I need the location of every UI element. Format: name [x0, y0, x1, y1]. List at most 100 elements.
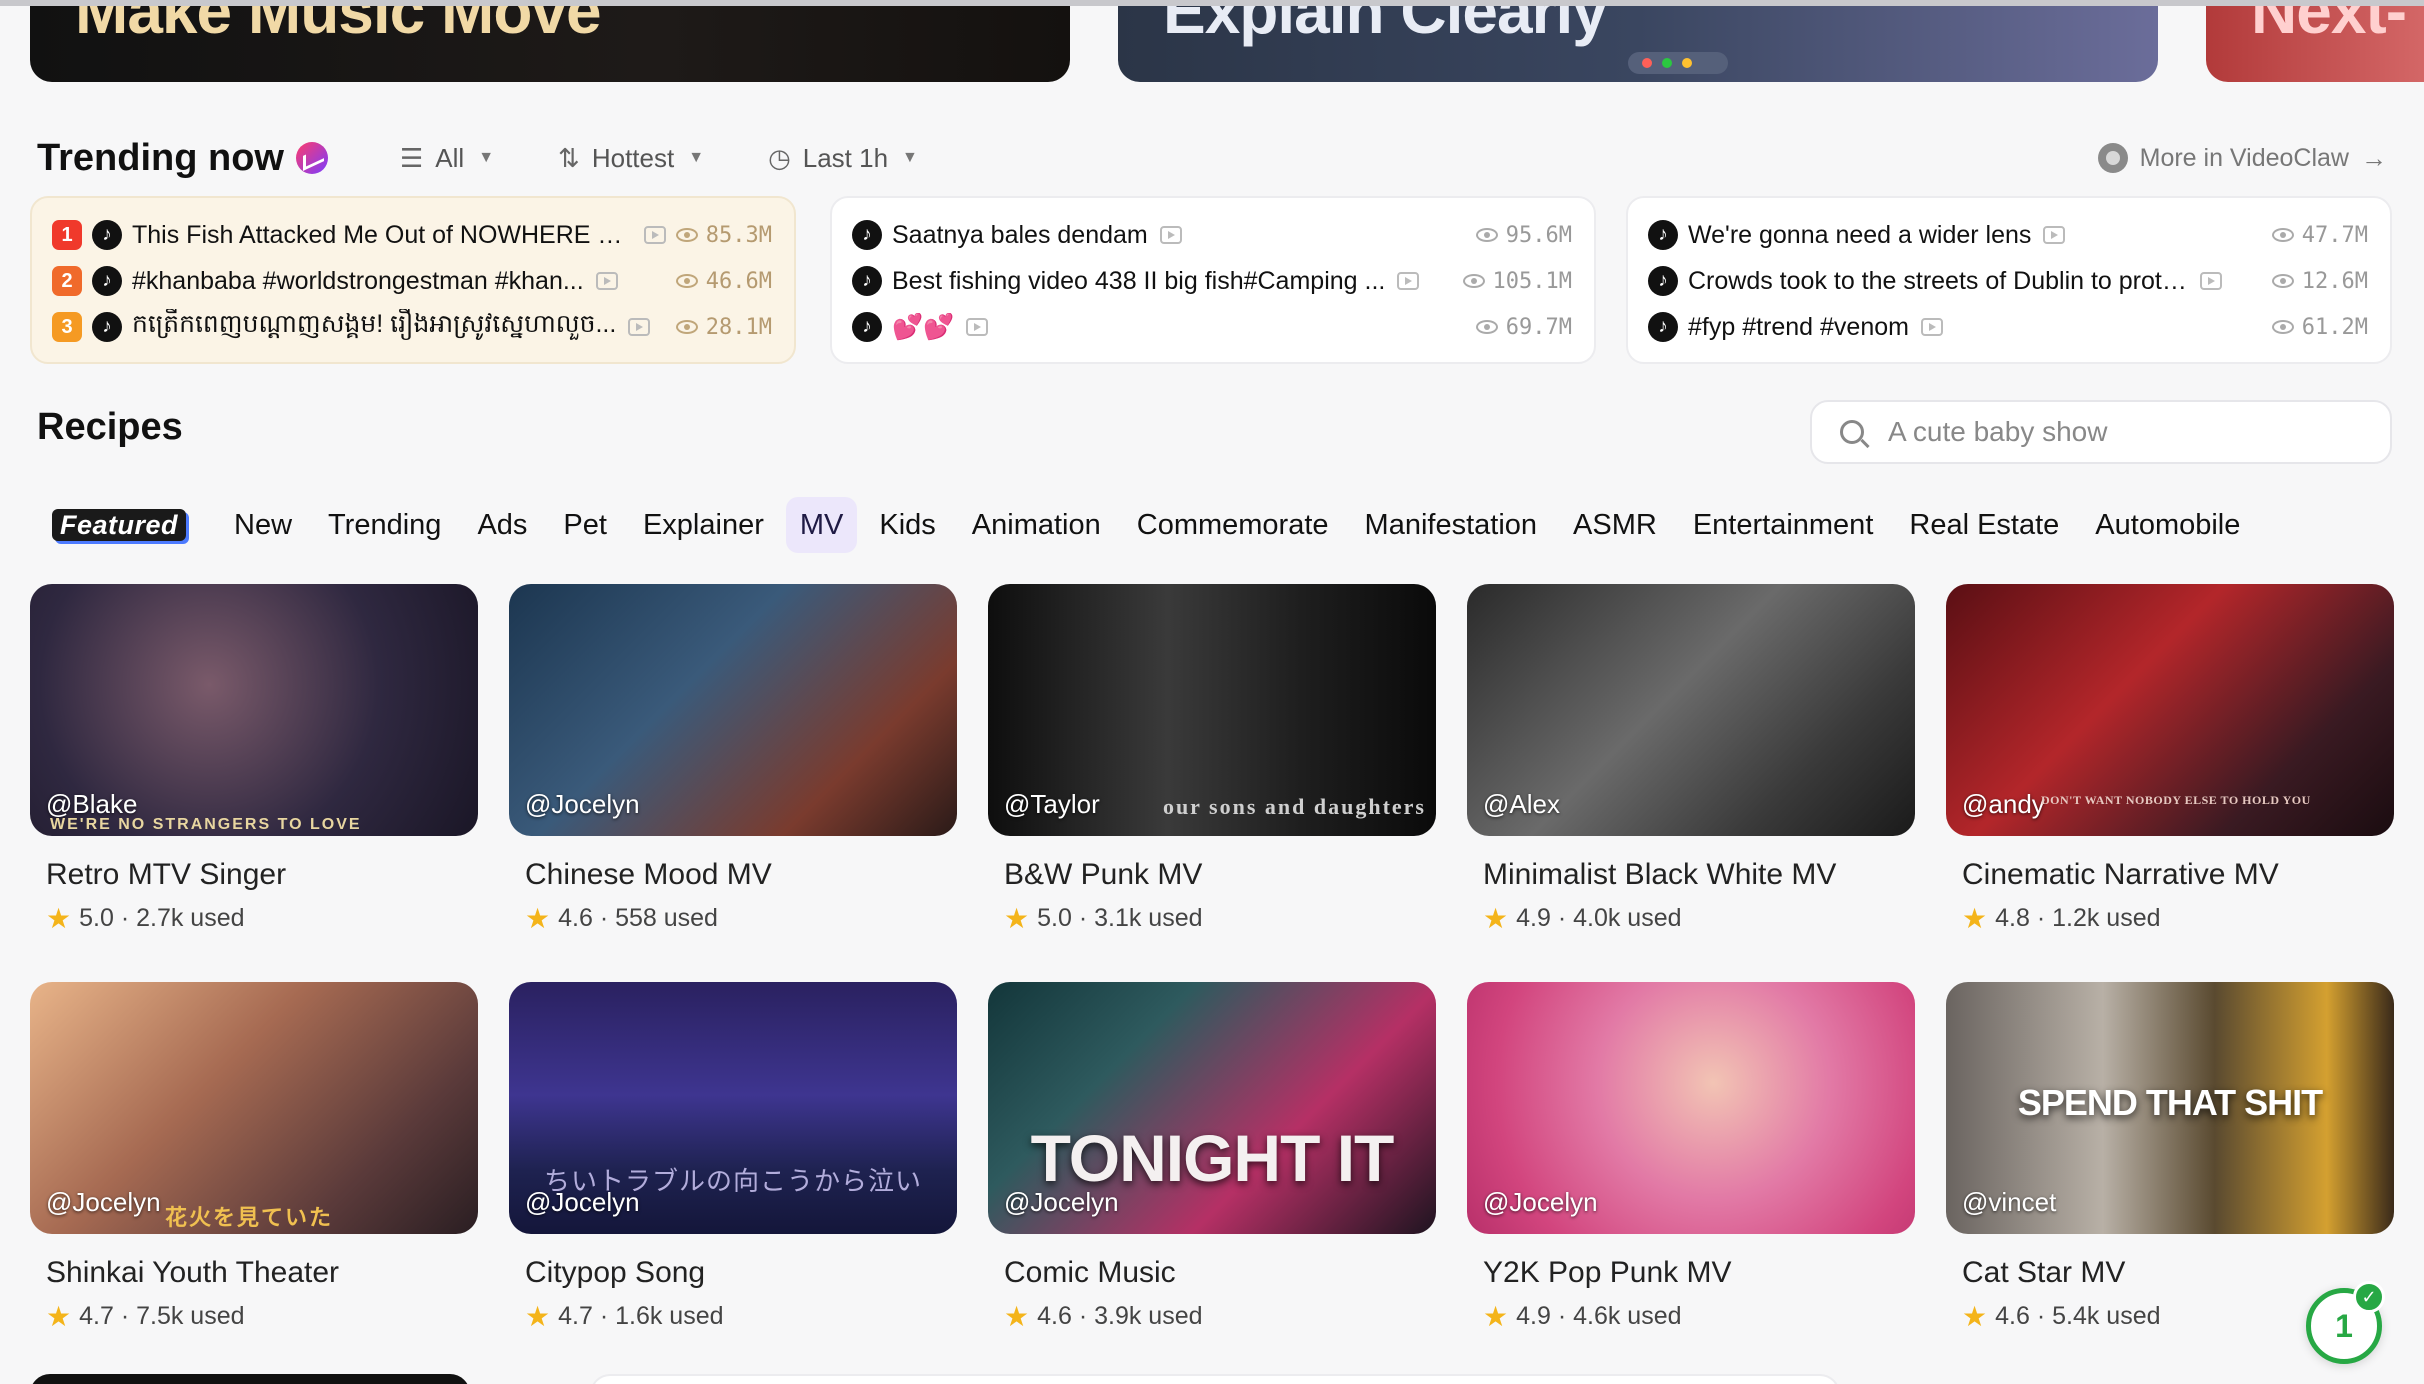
recipe-thumbnail[interactable]: @Alex — [1467, 584, 1915, 836]
thumbnail-caption: 花火を見ていた — [165, 1205, 334, 1230]
video-icon — [2200, 272, 2222, 290]
banner-next[interactable]: Next- — [2206, 6, 2424, 82]
window-dots — [1628, 52, 1728, 74]
recipe-card-citypop-song[interactable]: @Jocelyn ちいトラブルの向こうから泣い Citypop Song ★ 4.… — [509, 982, 957, 1342]
trending-item-text: We're gonna need a wider lens — [1688, 220, 2032, 249]
banner-explain-clearly[interactable]: Explain Clearly — [1118, 6, 2158, 82]
recipe-card-bw-punk-mv[interactable]: @Taylor our sons and daughters B&W Punk … — [988, 584, 1436, 944]
recipe-thumbnail[interactable]: SPEND THAT SHIT @vincet — [1946, 982, 2394, 1234]
recipe-card-cinematic-narrative-mv[interactable]: @andy DON'T WANT NOBODY ELSE TO HOLD YOU… — [1946, 584, 2394, 944]
trending-item[interactable]: 1 ♪ This Fish Attacked Me Out of NOWHERE… — [52, 212, 772, 258]
star-icon: ★ — [525, 903, 551, 934]
recipe-meta: ★ 5.0 · 3.1k used — [1004, 903, 1203, 934]
filter-all-dropdown[interactable]: ☰ All ▼ — [400, 143, 494, 174]
tab-real-estate[interactable]: Real Estate — [1895, 497, 2073, 553]
recipe-thumbnail[interactable]: @Jocelyn — [509, 584, 957, 836]
thumbnail-caption: our sons and daughters — [1162, 794, 1426, 819]
recipe-thumbnail[interactable]: @Jocelyn — [1467, 982, 1915, 1234]
eye-icon — [2271, 320, 2294, 334]
rating: 5.0 — [79, 904, 114, 932]
recipe-card-comic-music[interactable]: TONIGHT IT @Jocelyn Comic Music ★ 4.6 · 3… — [988, 982, 1436, 1342]
star-icon: ★ — [525, 1301, 551, 1332]
recipe-card-shinkai-youth-theater[interactable]: @Jocelyn 花火を見ていた Shinkai Youth Theater ★… — [30, 982, 478, 1342]
recipe-meta: ★ 4.9 · 4.0k used — [1483, 903, 1682, 934]
tab-mv[interactable]: MV — [785, 497, 858, 553]
thumbnail-caption: DON'T WANT NOBODY ELSE TO HOLD YOU — [2041, 793, 2311, 807]
sort-hottest-dropdown[interactable]: ⇅ Hottest ▼ — [558, 143, 704, 174]
arrow-right-icon: → — [2361, 142, 2387, 173]
used-count: 558 used — [615, 904, 718, 932]
eye-icon — [1475, 228, 1498, 242]
video-icon — [966, 318, 989, 336]
more-in-videoclaw-link[interactable]: More in VideoClaw → — [2097, 142, 2387, 174]
tab-animation[interactable]: Animation — [958, 497, 1115, 553]
tab-asmr[interactable]: ASMR — [1559, 497, 1671, 553]
trending-item[interactable]: ♪ #fyp #trend #venom 61.2M — [1648, 304, 2368, 350]
recipe-search-box[interactable] — [1810, 400, 2392, 464]
star-icon: ★ — [1483, 1301, 1509, 1332]
recipe-card-y2k-pop-punk-mv[interactable]: @Jocelyn Y2K Pop Punk MV ★ 4.9 · 4.6k use… — [1467, 982, 1915, 1342]
partial-card-strip — [30, 1374, 470, 1384]
recipe-title: Shinkai Youth Theater — [46, 1256, 340, 1289]
eye-icon — [1462, 274, 1485, 288]
tab-ads[interactable]: Ads — [463, 497, 541, 553]
used-count: 2.7k used — [136, 904, 245, 932]
trending-title: Trending now — [37, 136, 284, 179]
task-progress-badge[interactable]: 1 ✓ — [2306, 1281, 2385, 1364]
thumbnail-caption: ちいトラブルの向こうから泣い — [543, 1166, 922, 1196]
recipe-meta: ★ 5.0 · 2.7k used — [46, 903, 245, 934]
recipe-thumbnail[interactable]: @Jocelyn 花火を見ていた — [30, 982, 478, 1234]
more-link-label: More in VideoClaw — [2139, 143, 2349, 172]
tab-explainer[interactable]: Explainer — [629, 497, 778, 553]
trending-column-2: ♪ Saatnya bales dendam 95.6M ♪ Best fish… — [830, 196, 1596, 364]
recipe-meta: ★ 4.8 · 1.2k used — [1962, 903, 2161, 934]
rank-badge: 2 — [52, 266, 82, 296]
tab-kids[interactable]: Kids — [865, 497, 949, 553]
video-icon — [1397, 272, 1420, 290]
rating: 4.7 — [79, 1302, 114, 1330]
trending-item[interactable]: ♪ 💕💕 69.7M — [852, 304, 1572, 350]
rating: 5.0 — [1037, 904, 1072, 932]
recipe-card-cat-star-mv[interactable]: SPEND THAT SHIT @vincet Cat Star MV ★ 4.6… — [1946, 982, 2394, 1342]
recipe-card-retro-mtv-singer[interactable]: @Blake WE'RE NO STRANGERS TO LOVE Retro … — [30, 584, 478, 944]
recipe-thumbnail[interactable]: @Taylor our sons and daughters — [988, 584, 1436, 836]
trending-column-1: 1 ♪ This Fish Attacked Me Out of NOWHERE… — [30, 196, 796, 364]
trending-item[interactable]: 2 ♪ #khanbaba #worldstrongestman #khan..… — [52, 258, 772, 304]
trending-item[interactable]: ♪ Saatnya bales dendam 95.6M — [852, 212, 1572, 258]
recipes-title: Recipes — [37, 406, 183, 448]
tab-trending[interactable]: Trending — [314, 497, 455, 553]
recipe-title: Cat Star MV — [1962, 1256, 2126, 1289]
trending-item[interactable]: ♪ We're gonna need a wider lens 47.7M — [1648, 212, 2368, 258]
trending-header: Trending now ☰ All ▼ ⇅ Hottest ▼ ◷ Last … — [37, 128, 2387, 188]
tab-new[interactable]: New — [220, 497, 306, 553]
tab-manifestation[interactable]: Manifestation — [1351, 497, 1552, 553]
recipe-search-input[interactable] — [1888, 416, 2368, 448]
recipe-card-minimalist-black-white-mv[interactable]: @Alex Minimalist Black White MV ★ 4.9 · 4… — [1467, 584, 1915, 944]
trending-column-3: ♪ We're gonna need a wider lens 47.7M ♪ … — [1626, 196, 2392, 364]
tab-automobile[interactable]: Automobile — [2081, 497, 2254, 553]
tab-pet[interactable]: Pet — [549, 497, 621, 553]
trending-item-text: 💕💕 — [892, 312, 955, 341]
time-range-dropdown[interactable]: ◷ Last 1h ▼ — [768, 143, 918, 174]
banner-make-music-move[interactable]: Make Music Move — [30, 6, 1070, 82]
recipe-card-chinese-mood-mv[interactable]: @Jocelyn Chinese Mood MV ★ 4.6 · 558 used — [509, 584, 957, 944]
clock-icon: ◷ — [768, 142, 791, 173]
trending-item[interactable]: ♪ Crowds took to the streets of Dublin t… — [1648, 258, 2368, 304]
video-icon — [628, 318, 651, 336]
star-icon: ★ — [1962, 1301, 1988, 1332]
trending-item[interactable]: 3 ♪ កត្រើកពេញបណ្ដាញសង្គម! រឿងអាស្រូវស្នេ… — [52, 304, 772, 350]
tab-commemorate[interactable]: Commemorate — [1123, 497, 1343, 553]
rating: 4.6 — [1995, 1302, 2030, 1330]
tab-featured[interactable]: Featured — [52, 509, 187, 541]
trending-item-text: កត្រើកពេញបណ្ដាញសង្គម! រឿងអាស្រូវស្នេហាលួ… — [132, 310, 617, 338]
trending-item[interactable]: ♪ Best fishing video 438 II big fish#Cam… — [852, 258, 1572, 304]
recipe-title: Minimalist Black White MV — [1483, 858, 1837, 891]
recipe-thumbnail[interactable]: @Blake WE'RE NO STRANGERS TO LOVE — [30, 584, 478, 836]
eye-icon — [1475, 320, 1498, 334]
trending-item-text: Crowds took to the streets of Dublin to … — [1688, 266, 2188, 295]
view-count: 85.3M — [675, 223, 772, 248]
tab-entertainment[interactable]: Entertainment — [1679, 497, 1888, 553]
recipe-thumbnail[interactable]: @Jocelyn ちいトラブルの向こうから泣い — [509, 982, 957, 1234]
recipe-thumbnail[interactable]: TONIGHT IT @Jocelyn — [988, 982, 1436, 1234]
recipe-thumbnail[interactable]: @andy DON'T WANT NOBODY ELSE TO HOLD YOU — [1946, 584, 2394, 836]
